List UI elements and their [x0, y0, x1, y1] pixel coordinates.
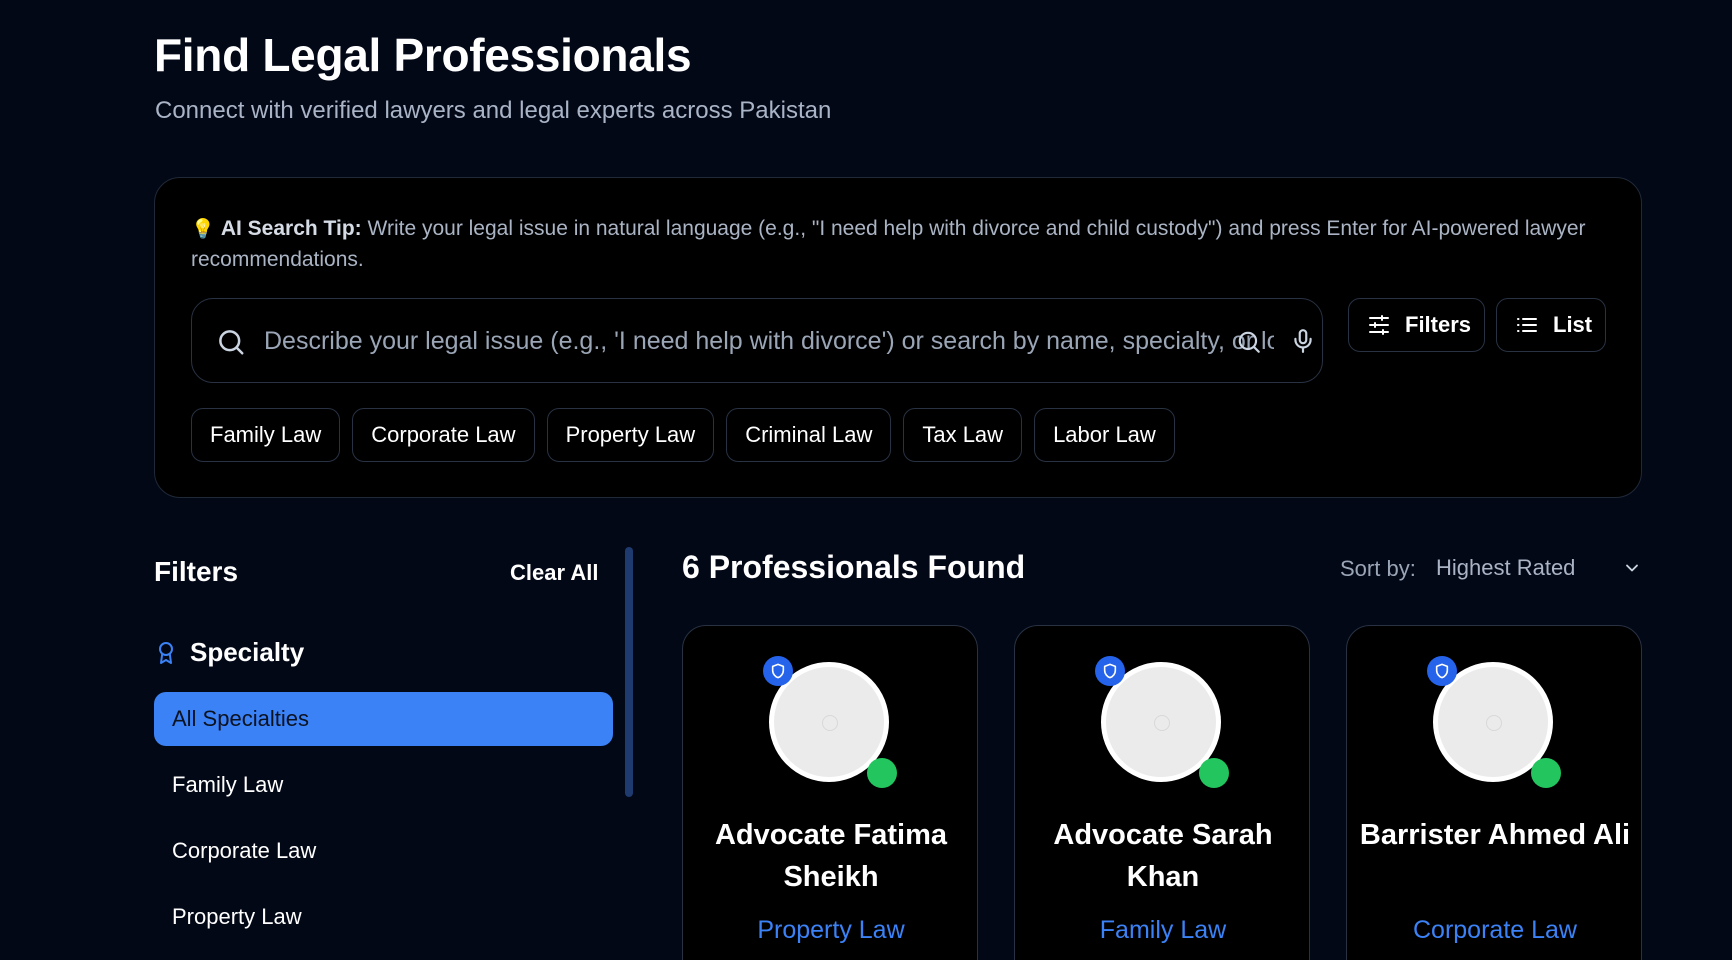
lawyer-card[interactable]: Advocate Fatima Sheikh Property Law: [682, 625, 978, 960]
sort-dropdown[interactable]: Highest Rated: [1432, 548, 1642, 588]
award-icon: [159, 641, 173, 664]
clear-all-button[interactable]: Clear All: [510, 560, 598, 586]
chip-property-law[interactable]: Property Law: [546, 408, 715, 462]
lawyer-name: Barrister Ahmed Ali: [1359, 819, 1631, 851]
list-view-button[interactable]: List: [1496, 298, 1606, 352]
specialty-option-family-law[interactable]: Family Law: [154, 758, 613, 812]
filters-button-label: Filters: [1405, 312, 1472, 337]
sidebar-scrollbar[interactable]: [625, 547, 633, 797]
online-status-dot: [1199, 758, 1229, 788]
page: Find Legal Professionals Connect with ve…: [0, 0, 1732, 960]
lawyer-specialty: Family Law: [1099, 916, 1227, 944]
microphone-icon[interactable]: [1290, 327, 1316, 355]
lawyer-specialty: Corporate Law: [1413, 916, 1577, 944]
ai-tip-text: Write your legal issue in natural langua…: [191, 217, 1586, 271]
specialty-section-header: Specialty: [154, 637, 304, 668]
search-panel: 💡 AI Search Tip: Write your legal issue …: [154, 177, 1642, 498]
specialty-option-all[interactable]: All Specialties: [154, 692, 613, 746]
ai-tip-label: AI Search Tip:: [220, 217, 362, 240]
list-button-label: List: [1553, 312, 1593, 337]
online-status-dot: [1531, 758, 1561, 788]
chip-corporate-law[interactable]: Corporate Law: [352, 408, 535, 462]
lawyer-name: Advocate Sarah Khan: [1053, 819, 1273, 893]
lawyer-card[interactable]: Advocate Sarah Khan Family Law: [1014, 625, 1310, 960]
quick-filter-chips: Family Law Corporate Law Property Law Cr…: [191, 408, 1175, 462]
search-submit-icon[interactable]: [1236, 329, 1262, 355]
chip-criminal-law[interactable]: Criminal Law: [726, 408, 892, 462]
lawyer-specialty: Property Law: [757, 916, 905, 944]
page-title: Find Legal Professionals: [154, 29, 692, 81]
lightbulb-icon: 💡: [191, 219, 215, 240]
search-box: [191, 298, 1323, 383]
verified-shield-icon: [1095, 656, 1125, 686]
filters-button[interactable]: Filters: [1348, 298, 1485, 352]
chip-family-law[interactable]: Family Law: [191, 408, 341, 462]
chip-tax-law[interactable]: Tax Law: [903, 408, 1023, 462]
online-status-dot: [867, 758, 897, 788]
sort-label: Sort by:: [1340, 556, 1416, 581]
sort-value: Highest Rated: [1436, 555, 1576, 580]
verified-shield-icon: [1427, 656, 1457, 686]
lawyer-card[interactable]: Barrister Ahmed Ali Corporate Law: [1346, 625, 1642, 960]
specialty-option-property-law[interactable]: Property Law: [154, 890, 613, 944]
chip-labor-law[interactable]: Labor Law: [1034, 408, 1175, 462]
ai-search-tip: 💡 AI Search Tip: Write your legal issue …: [191, 214, 1591, 275]
specialty-option-corporate-law[interactable]: Corporate Law: [154, 824, 613, 878]
specialty-section-title: Specialty: [190, 637, 305, 667]
page-subtitle: Connect with verified lawyers and legal …: [155, 97, 832, 124]
sliders-icon: [1369, 315, 1389, 335]
search-input[interactable]: [264, 319, 1274, 363]
list-icon: [1517, 318, 1537, 332]
verified-shield-icon: [763, 656, 793, 686]
chevron-down-icon: [1626, 564, 1638, 572]
search-icon: [219, 330, 244, 355]
lawyer-name: Advocate Fatima Sheikh: [714, 819, 948, 893]
results-count: 6 Professionals Found: [682, 549, 1026, 585]
filters-heading: Filters: [154, 556, 239, 587]
